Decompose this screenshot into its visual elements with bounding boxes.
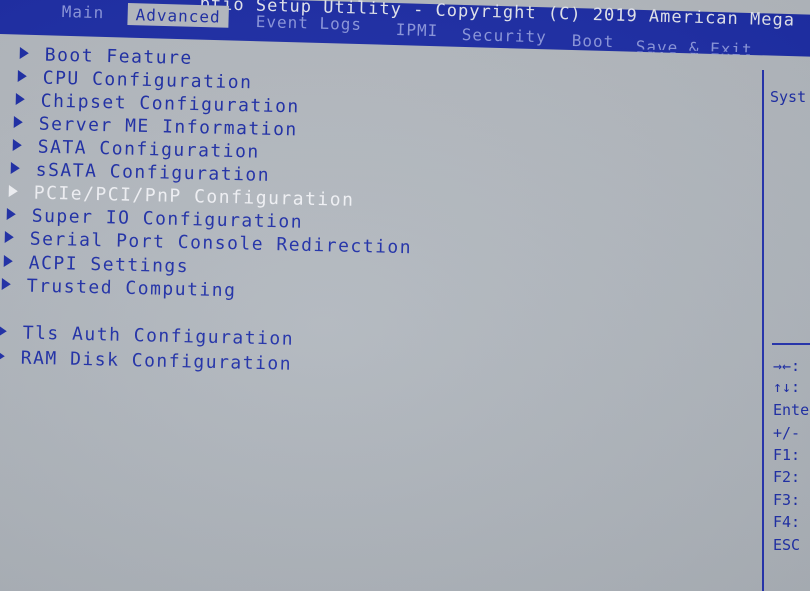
menu-item-trusted-computing[interactable]: Trusted Computing xyxy=(1,275,237,301)
tab-event-logs[interactable]: Event Logs xyxy=(255,12,362,34)
help-key-f2: F2: xyxy=(773,468,801,486)
submenu-arrow-icon xyxy=(8,184,18,198)
help-key-f3: F3: xyxy=(773,491,801,509)
submenu-arrow-icon xyxy=(10,161,20,175)
menu-item-acpi-settings[interactable]: ACPI Settings xyxy=(3,252,190,277)
menu-item-ssata-configuration[interactable]: sSATA Configuration xyxy=(10,159,271,186)
help-key-enter: Ente xyxy=(773,401,810,419)
menu-item-cpu-configuration[interactable]: CPU Configuration xyxy=(17,67,253,93)
submenu-arrow-icon xyxy=(15,92,25,106)
help-key-f4: F4: xyxy=(773,513,801,531)
submenu-arrow-icon xyxy=(3,254,13,268)
submenu-arrow-icon xyxy=(6,207,16,221)
bios-screen: ptio Setup Utility - Copyright (C) 2019 … xyxy=(0,0,810,591)
tab-save-exit[interactable]: Save & Exit xyxy=(635,37,752,59)
menu-item-sata-configuration[interactable]: SATA Configuration xyxy=(12,136,260,163)
menu-item-tls-auth-configuration[interactable]: Tls Auth Configuration xyxy=(0,322,294,350)
submenu-arrow-icon xyxy=(12,138,22,152)
tab-advanced[interactable]: Advanced xyxy=(127,3,230,28)
submenu-arrow-icon xyxy=(13,115,23,129)
tab-ipmi[interactable]: IPMI xyxy=(395,20,438,40)
help-key-select-item: ↑↓: xyxy=(773,378,801,396)
submenu-arrow-icon xyxy=(0,349,5,363)
tab-security[interactable]: Security xyxy=(461,25,547,46)
help-key-change-opt: +/- xyxy=(773,424,801,442)
help-divider xyxy=(772,343,810,345)
submenu-arrow-icon xyxy=(4,230,14,244)
help-key-f1: F1: xyxy=(773,446,801,464)
menu-item-ram-disk-configuration[interactable]: RAM Disk Configuration xyxy=(0,347,292,375)
submenu-arrow-icon xyxy=(1,277,11,291)
help-description: Syst xyxy=(770,88,807,106)
submenu-arrow-icon xyxy=(0,324,7,338)
tab-main[interactable]: Main xyxy=(61,2,104,22)
menu-item-boot-feature[interactable]: Boot Feature xyxy=(19,44,193,69)
help-key-esc: ESC xyxy=(773,536,801,554)
help-key-select-screen: →←: xyxy=(773,357,801,375)
submenu-arrow-icon xyxy=(17,69,27,83)
submenu-arrow-icon xyxy=(19,46,29,60)
